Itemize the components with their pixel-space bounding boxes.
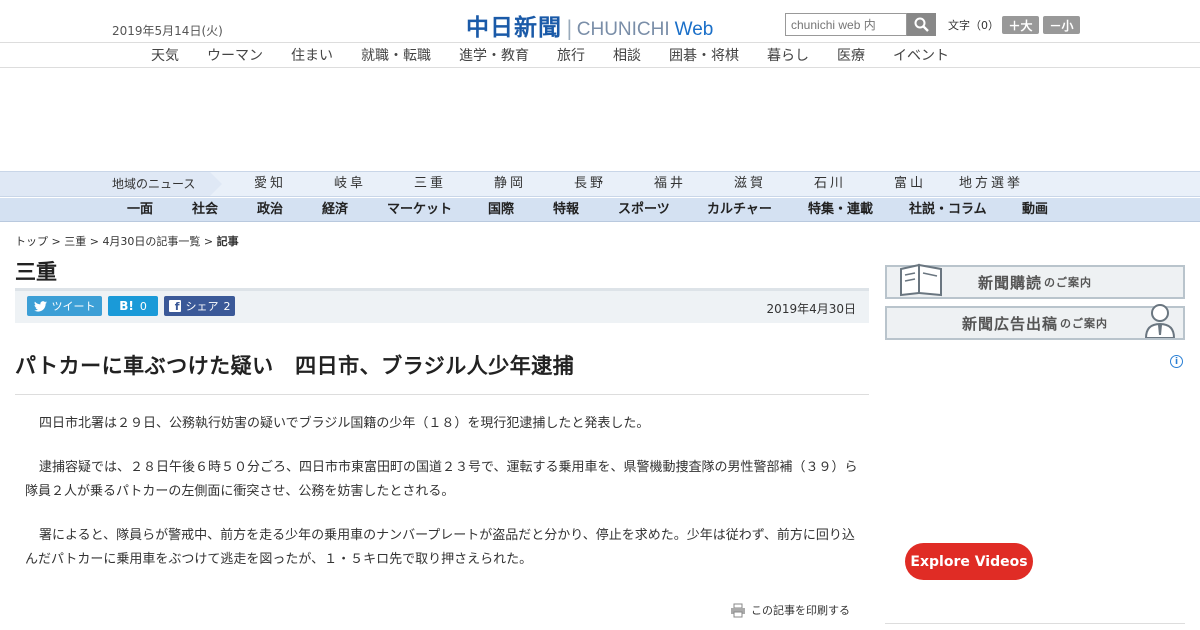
shrink-text-button[interactable]: －小	[1043, 16, 1080, 34]
article-paragraph: 逮捕容疑では、２８日午後６時５０分ごろ、四日市市東富田町の国道２３号で、運転する…	[25, 460, 858, 499]
site-search	[785, 13, 936, 36]
print-article-label: この記事を印刷する	[751, 604, 850, 617]
section-front-page[interactable]: 一面	[127, 198, 153, 221]
region-ishikawa[interactable]: 石川	[814, 172, 846, 196]
service-nav-events[interactable]: イベント	[879, 43, 963, 67]
region-mie[interactable]: 三重	[414, 172, 446, 196]
section-special-report[interactable]: 特報	[553, 198, 579, 221]
section-politics[interactable]: 政治	[257, 198, 283, 221]
section-sports[interactable]: スポーツ	[618, 198, 670, 221]
section-features[interactable]: 特集・連載	[808, 198, 873, 221]
region-nagano[interactable]: 長野	[574, 172, 606, 196]
service-nav-go-shogi[interactable]: 囲碁・将棋	[655, 43, 753, 67]
subscription-banner-sub: のご案内	[1044, 276, 1092, 289]
enlarge-text-button[interactable]: ＋大	[1002, 16, 1039, 34]
region-aichi[interactable]: 愛知	[254, 172, 286, 196]
section-market[interactable]: マーケット	[387, 198, 452, 221]
book-icon	[900, 263, 942, 297]
facebook-share-label: シェア	[185, 300, 219, 313]
region-toyama[interactable]: 富山	[894, 172, 926, 196]
breadcrumb-separator: >	[86, 235, 103, 248]
section-economy[interactable]: 経済	[322, 198, 348, 221]
article-paragraph: 署によると、隊員らが警戒中、前方を走る少年の乗用車のナンバープレートが盗品だと分…	[25, 528, 855, 567]
article-date: 2019年4月30日	[766, 302, 856, 316]
hatena-bookmark-icon: B!	[119, 299, 134, 313]
share-bar: ツイート B! 0 f シェア 2 2019年4月30日	[15, 288, 869, 323]
current-date: 2019年5月14日(火)	[112, 24, 223, 38]
section-culture[interactable]: カルチャー	[707, 198, 772, 221]
article-headline: パトカーに車ぶつけた疑い 四日市、ブラジル人少年逮捕	[15, 350, 869, 395]
category-title: 三重	[15, 260, 57, 284]
subscription-banner[interactable]: 新聞購読 のご案内	[885, 263, 1185, 299]
advertising-banner[interactable]: 新聞広告出稿 のご案内	[885, 304, 1185, 340]
breadcrumb-article-list[interactable]: 4月30日の記事一覧	[102, 235, 200, 248]
region-fukui[interactable]: 福井	[654, 172, 686, 196]
advertising-banner-label: 新聞広告出稿	[961, 314, 1058, 333]
service-nav-consultation[interactable]: 相談	[599, 43, 655, 67]
twitter-icon	[33, 300, 47, 312]
advertising-banner-sub: のご案内	[1060, 317, 1108, 330]
regional-news-bar: 地域のニュース 愛知 岐阜 三重 静岡 長野 福井 滋賀 石川 富山 地方選挙	[0, 171, 1200, 197]
region-gifu[interactable]: 岐阜	[334, 172, 366, 196]
logo-web: Web	[674, 19, 714, 40]
region-shizuoka[interactable]: 静岡	[494, 172, 526, 196]
ad-info-icon[interactable]: i	[1170, 355, 1183, 368]
search-button[interactable]	[907, 13, 936, 36]
tweet-label: ツイート	[51, 300, 96, 313]
businessman-icon	[1144, 304, 1176, 338]
site-header: 2019年5月14日(火) 中日新聞 | CHUNICHI Web 文字（0） …	[0, 0, 1200, 43]
subscription-banner-label: 新聞購読	[977, 273, 1042, 292]
tweet-button[interactable]: ツイート	[27, 296, 102, 316]
service-nav-housing[interactable]: 住まい	[277, 43, 347, 67]
text-size-label: 文字（0）	[948, 19, 999, 32]
service-nav-education[interactable]: 進学・教育	[445, 43, 543, 67]
facebook-share-count: 2	[223, 299, 231, 313]
section-nav: 一面 社会 政治 経済 マーケット 国際 特報 スポーツ カルチャー 特集・連載…	[0, 198, 1200, 222]
facebook-share-button[interactable]: f シェア 2	[164, 296, 235, 316]
breadcrumb-top[interactable]: トップ	[15, 235, 48, 248]
service-nav-medical[interactable]: 医療	[823, 43, 879, 67]
service-nav-woman[interactable]: ウーマン	[193, 43, 277, 67]
logo-separator: |	[566, 16, 573, 40]
search-input[interactable]	[785, 13, 907, 36]
site-logo[interactable]: 中日新聞 | CHUNICHI Web	[466, 8, 713, 42]
facebook-icon: f	[168, 300, 181, 312]
section-international[interactable]: 国際	[488, 198, 514, 221]
service-nav-travel[interactable]: 旅行	[543, 43, 599, 67]
printer-icon	[731, 603, 745, 617]
breadcrumb-region[interactable]: 三重	[64, 235, 86, 248]
explore-videos-button[interactable]: Explore Videos	[905, 543, 1033, 580]
section-video[interactable]: 動画	[1022, 198, 1048, 221]
article-paragraph: 四日市北署は２９日、公務執行妨害の疑いでブラジル国籍の少年（１８）を現行犯逮捕し…	[39, 416, 650, 431]
service-nav-living[interactable]: 暮らし	[753, 43, 823, 67]
breadcrumb-current: 記事	[216, 235, 239, 248]
breadcrumb-separator: >	[48, 235, 65, 248]
breadcrumb-separator: >	[200, 235, 217, 248]
service-nav-weather[interactable]: 天気	[137, 43, 193, 67]
divider	[885, 623, 1185, 624]
service-nav: 天気 ウーマン 住まい 就職・転職 進学・教育 旅行 相談 囲碁・将棋 暮らし …	[0, 43, 1200, 68]
logo-english: CHUNICHI	[576, 19, 670, 40]
section-editorials[interactable]: 社説・コラム	[909, 198, 987, 221]
regional-news-label[interactable]: 地域のニュース	[0, 172, 222, 196]
region-local-elections[interactable]: 地方選挙	[959, 172, 1023, 196]
logo-japanese: 中日新聞	[466, 14, 562, 41]
search-icon	[914, 17, 929, 32]
print-article-link[interactable]: この記事を印刷する	[730, 602, 850, 618]
hatena-bookmark-count: 0	[139, 299, 147, 313]
service-nav-jobs[interactable]: 就職・転職	[347, 43, 445, 67]
breadcrumb: トップ > 三重 > 4月30日の記事一覧 > 記事	[15, 233, 239, 249]
region-shiga[interactable]: 滋賀	[734, 172, 766, 196]
hatena-bookmark-button[interactable]: B! 0	[108, 296, 158, 316]
section-society[interactable]: 社会	[192, 198, 218, 221]
